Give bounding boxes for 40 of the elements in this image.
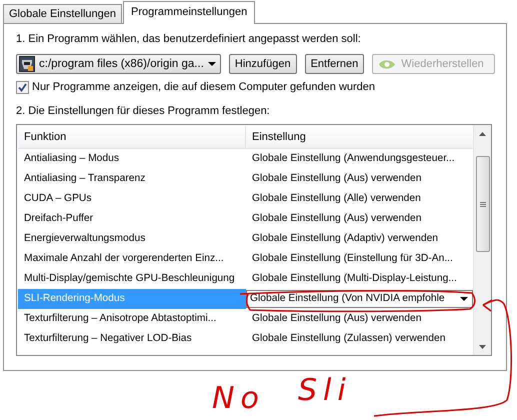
setting-cell-text: Globale Einstellung (Aus) verwenden	[251, 212, 422, 226]
scroll-down-icon[interactable]	[479, 344, 486, 348]
setting-cell-text: Globale Einstellung (Aus) verwenden	[251, 172, 422, 186]
tab[interactable]: Globale Einstellungen	[3, 4, 122, 23]
step-label: 1. Ein Programm wählen, das benutzerdefiniert angepasst werden soll:	[16, 32, 362, 46]
handwritten-note: No	[212, 384, 265, 414]
action-button[interactable]: Entfernen	[304, 54, 364, 74]
caret-icon	[208, 62, 216, 66]
scroll-thumb[interactable]	[476, 156, 490, 252]
feature-cell[interactable]: Antialiasing – Modus	[18, 149, 246, 169]
feature-cell[interactable]: Texturfilterung – Negativer LOD-Bias	[18, 329, 246, 349]
feature-cell[interactable]: Texturfilterung – Anisotrope Abtastoptimi...	[18, 309, 246, 329]
setting-cell-text: Globale Einstellung (Aus) verwenden	[251, 312, 422, 326]
step-label: 2. Die Einstellungen für dieses Programm festlegen:	[16, 104, 271, 118]
checkbox[interactable]	[16, 80, 29, 94]
feature-cell[interactable]: Maximale Anzahl der vorgerenderten Einz...	[18, 249, 246, 269]
feature-cell[interactable]: Antialiasing – Transparenz	[18, 169, 246, 189]
setting-dropdown[interactable]: Globale Einstellung (Von NVIDIA empfohle	[246, 290, 473, 308]
column-header[interactable]: Funktion	[18, 126, 246, 148]
program-icon	[19, 56, 35, 72]
setting-cell-text: Globale Einstellung (Alle) verwenden	[251, 192, 422, 206]
setting-cell-text: Globale Einstellung (Multi-Display-Leistung...	[251, 272, 458, 286]
scrollbar[interactable]	[473, 125, 491, 355]
setting-cell-text: Globale Einstellung (Adaptiv) verwenden	[251, 232, 440, 246]
eye-logo-icon	[379, 58, 396, 70]
scroll-up-icon[interactable]	[479, 132, 486, 136]
feature-cell[interactable]: Dreifach-Puffer	[18, 209, 246, 229]
column-header[interactable]: Einstellung	[246, 126, 473, 148]
tab[interactable]: Programmeinstellungen	[123, 1, 256, 24]
handwritten-note: Sli	[298, 376, 352, 406]
program-dropdown[interactable]: c:/program files (x86)/origin ga...	[16, 54, 221, 74]
setting-cell-text: Globale Einstellung (Einstellung für 3D-An...	[251, 252, 454, 266]
checkbox-label: Nur Programme anzeigen, die auf diesem Computer gefunden wurden	[32, 80, 376, 94]
feature-cell[interactable]: Multi-Display/gemischte GPU-Beschleunigung	[18, 269, 246, 289]
feature-cell[interactable]: CUDA – GPUs	[18, 189, 246, 209]
caret-icon	[460, 297, 468, 301]
setting-cell-text: Globale Einstellung (Anwendungsgesteuer...	[251, 152, 456, 166]
feature-cell[interactable]: Energieverwaltungsmodus	[18, 229, 246, 249]
setting-cell-text: Globale Einstellung (Zulassen) verwenden	[251, 332, 446, 346]
action-button[interactable]: Hinzufügen	[228, 54, 297, 74]
